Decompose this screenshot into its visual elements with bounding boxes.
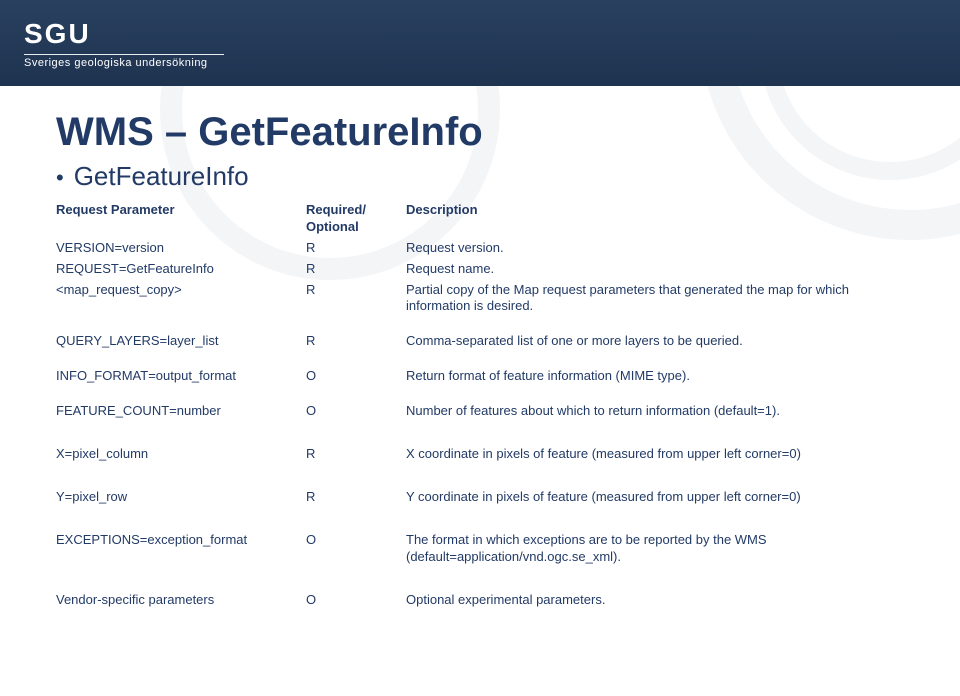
logo-subtitle: Sveriges geologiska undersökning xyxy=(24,57,224,69)
cell-req: R xyxy=(306,282,396,316)
table-row: Y=pixel_row R Y coordinate in pixels of … xyxy=(56,487,904,508)
cell-desc: Partial copy of the Map request paramete… xyxy=(406,282,904,316)
cell-req: O xyxy=(306,403,396,420)
cell-req: O xyxy=(306,532,396,566)
cell-req: R xyxy=(306,489,396,506)
cell-req: R xyxy=(306,333,396,350)
cell-desc: The format in which exceptions are to be… xyxy=(406,532,904,566)
cell-desc: X coordinate in pixels of feature (measu… xyxy=(406,446,904,463)
table-row: Vendor-specific parameters O Optional ex… xyxy=(56,590,904,611)
cell-param: X=pixel_column xyxy=(56,446,296,463)
cell-desc: Request version. xyxy=(406,240,904,257)
cell-desc: Comma-separated list of one or more laye… xyxy=(406,333,904,350)
cell-param: REQUEST=GetFeatureInfo xyxy=(56,261,296,278)
cell-desc: Request name. xyxy=(406,261,904,278)
col-description: Description xyxy=(406,202,904,236)
table-row: VERSION=version R Request version. xyxy=(56,238,904,259)
logo: SGU Sveriges geologiska undersökning xyxy=(24,18,224,69)
cell-desc: Optional experimental parameters. xyxy=(406,592,904,609)
table-row: INFO_FORMAT=output_format O Return forma… xyxy=(56,366,904,387)
cell-desc: Number of features about which to return… xyxy=(406,403,904,420)
params-table: Request Parameter Required/ Optional Des… xyxy=(56,200,904,610)
cell-param: INFO_FORMAT=output_format xyxy=(56,368,296,385)
cell-req: O xyxy=(306,368,396,385)
subtitle: GetFeatureInfo xyxy=(74,161,249,192)
cell-param: Vendor-specific parameters xyxy=(56,592,296,609)
table-row: X=pixel_column R X coordinate in pixels … xyxy=(56,444,904,465)
table-row: FEATURE_COUNT=number O Number of feature… xyxy=(56,401,904,422)
cell-desc: Return format of feature information (MI… xyxy=(406,368,904,385)
bullet-icon: • xyxy=(56,167,64,189)
col-required: Required/ Optional xyxy=(306,202,396,236)
cell-param: QUERY_LAYERS=layer_list xyxy=(56,333,296,350)
cell-req: R xyxy=(306,240,396,257)
table-row: EXCEPTIONS=exception_format O The format… xyxy=(56,530,904,568)
logo-divider xyxy=(24,54,224,55)
cell-req: R xyxy=(306,446,396,463)
cell-desc: Y coordinate in pixels of feature (measu… xyxy=(406,489,904,506)
cell-param: Y=pixel_row xyxy=(56,489,296,506)
cell-param: <map_request_copy> xyxy=(56,282,296,316)
cell-param: VERSION=version xyxy=(56,240,296,257)
cell-param: FEATURE_COUNT=number xyxy=(56,403,296,420)
table-row: <map_request_copy> R Partial copy of the… xyxy=(56,280,904,318)
cell-param: EXCEPTIONS=exception_format xyxy=(56,532,296,566)
header-bar: SGU Sveriges geologiska undersökning xyxy=(0,0,960,86)
col-param: Request Parameter xyxy=(56,202,296,236)
table-row: QUERY_LAYERS=layer_list R Comma-separate… xyxy=(56,331,904,352)
subtitle-row: • GetFeatureInfo xyxy=(56,161,904,192)
logo-text: SGU xyxy=(24,18,224,50)
cell-req: R xyxy=(306,261,396,278)
slide-content: WMS – GetFeatureInfo • GetFeatureInfo Re… xyxy=(0,86,960,630)
table-row: REQUEST=GetFeatureInfo R Request name. xyxy=(56,259,904,280)
table-header-row: Request Parameter Required/ Optional Des… xyxy=(56,200,904,238)
slide-title: WMS – GetFeatureInfo xyxy=(56,110,904,155)
cell-req: O xyxy=(306,592,396,609)
